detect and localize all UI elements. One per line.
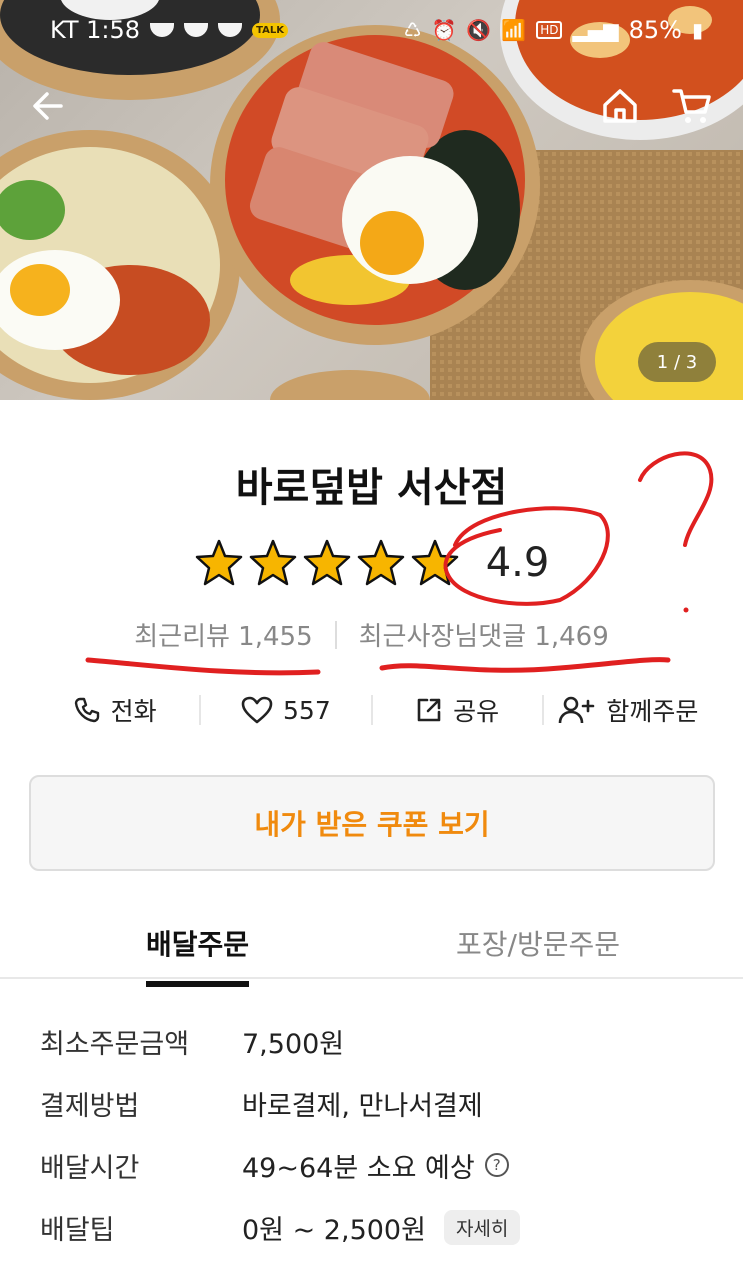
help-icon[interactable]: ? [484,1153,509,1177]
delivery-time-value: 49~64분 소요 예상 [242,1152,475,1184]
info-row-min-order: 최소주문금액 7,500원 [40,1010,720,1072]
food-photo [0,0,743,400]
delivery-time: 49~64분 소요 예상 ? [242,1146,509,1185]
favorite-count: 557 [283,695,331,725]
star-half-icon [411,539,458,586]
review-counts: 최근리뷰 1,455 최근사장님댓글 1,469 [0,616,743,653]
delivery-tip-label: 배달팁 [40,1214,115,1246]
store-name: 바로덮밥 서산점 [235,465,508,511]
min-order-value: 7,500원 [242,1028,345,1060]
info-row-delivery-time: 배달시간 49~64분 소요 예상 ? [40,1134,720,1196]
star-icon [303,539,350,586]
signal-icon: ▂▄▆ [572,18,619,42]
kakaotalk-icon: TALK [252,22,288,38]
phone-icon [74,697,99,723]
group-order-button[interactable]: 함께주문 [544,692,713,728]
delivery-tip: 0원 ~ 2,500원 자세히 [242,1208,521,1247]
tab-pickup[interactable]: 포장/방문주문 [456,923,620,963]
star-icon [357,539,404,586]
share-label: 공유 [453,697,500,726]
tab-delivery[interactable]: 배달주문 [146,923,250,987]
rating-score: 4.9 [485,540,550,586]
store-actions: 전화 557 공유 함께주문 [30,688,713,732]
photo-pager: 1 / 3 [638,342,716,382]
delivery-info: 최소주문금액 7,500원 결제방법 바로결제, 만나서결제 배달시간 49~6… [40,1010,720,1258]
heart-icon [241,696,273,724]
star-icon [249,539,296,586]
mute-icon: 🔇 [466,18,492,42]
share-icon [417,698,441,722]
battery-percent: 85% [628,16,682,44]
status-bar: KT 1:58 TALK ♺ ⏰ 🔇 📶 HD ▂▄▆ 85% ▮ [0,0,743,60]
cart-button[interactable] [668,82,716,130]
order-type-tabs: 배달주문 포장/방문주문 [0,905,743,987]
bowl-icon [218,23,243,37]
payment-value: 바로결제, 만나서결제 [242,1090,483,1122]
recycle-icon: ♺ [403,18,422,42]
min-order-label: 최소주문금액 [40,1028,190,1060]
hd-icon: HD [536,21,563,39]
bowl-icon [150,23,175,37]
divider [334,620,337,649]
wifi-icon: 📶 [501,18,527,42]
back-button[interactable] [24,82,72,130]
store-photo-carousel[interactable]: KT 1:58 TALK ♺ ⏰ 🔇 📶 HD ▂▄▆ 85% ▮ 1 / 3 [0,0,743,400]
bowl-icon [184,23,209,37]
carrier-time: KT 1:58 [50,16,141,44]
annotation-dot [683,607,689,613]
favorite-button[interactable]: 557 [201,696,370,725]
delivery-tip-detail-button[interactable]: 자세히 [443,1209,521,1245]
group-order-label: 함께주문 [606,697,699,726]
arrow-left-icon [33,92,63,120]
call-label: 전화 [110,697,157,726]
cart-icon [672,89,711,123]
alarm-icon: ⏰ [431,18,457,42]
battery-icon: ▮ [691,18,703,42]
call-button[interactable]: 전화 [30,692,199,728]
add-person-icon [559,696,595,724]
info-row-delivery-tip: 배달팁 0원 ~ 2,500원 자세히 [40,1196,720,1258]
rating[interactable]: 4.9 [0,538,743,588]
payment-label: 결제방법 [40,1090,140,1122]
delivery-time-label: 배달시간 [40,1152,140,1184]
star-icon [195,539,242,586]
annotation-underline-replies [379,657,671,673]
coupon-button[interactable]: 내가 받은 쿠폰 보기 [29,775,715,871]
annotation-underline-reviews [85,657,321,676]
delivery-tip-value: 0원 ~ 2,500원 [242,1214,426,1246]
home-button[interactable] [596,82,644,130]
owner-replies-link[interactable]: 최근사장님댓글 1,469 [359,616,609,653]
home-icon [603,89,637,123]
info-row-payment: 결제방법 바로결제, 만나서결제 [40,1072,720,1134]
share-button[interactable]: 공유 [373,692,542,728]
recent-reviews-link[interactable]: 최근리뷰 1,455 [134,616,312,653]
